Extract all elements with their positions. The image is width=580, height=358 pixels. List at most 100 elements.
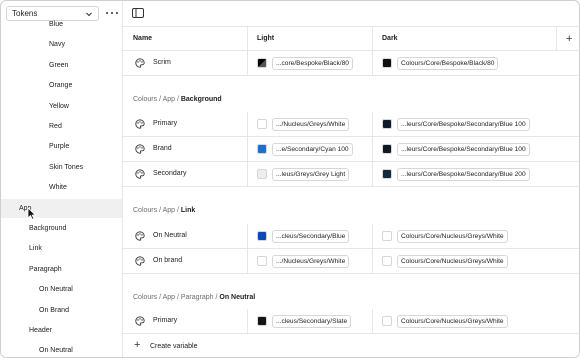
alias-chip[interactable]: ...leus/Greys/Grey Light <box>272 167 350 181</box>
palette-icon <box>135 144 145 154</box>
color-swatch[interactable] <box>257 119 267 129</box>
sidebar-group-item[interactable]: White <box>1 178 122 197</box>
sidebar-group-label: Blue <box>49 21 64 28</box>
sidebar-group-item[interactable]: On Neutral <box>1 341 122 357</box>
column-divider <box>372 224 373 249</box>
color-swatch[interactable] <box>257 144 267 154</box>
variable-row[interactable]: Secondary ...leus/Greys/Grey Light ...leur… <box>123 162 579 187</box>
sidebar-group-item[interactable]: Skin Tones <box>1 158 122 177</box>
color-swatch[interactable] <box>257 169 267 179</box>
variable-name[interactable]: Secondary <box>153 170 186 177</box>
alias-chip[interactable]: .../Nucleus/Greys/White <box>272 254 350 268</box>
group-section-title: Colours / App / Background <box>133 96 222 103</box>
dark-value-cell[interactable]: Colours/Core/Nucleus/Greys/White <box>382 229 508 243</box>
dark-value-cell[interactable]: ...leurs/Core/Bespoke/Secondary/Blue 100 <box>382 117 530 131</box>
panel-toggle-icon[interactable] <box>132 8 144 18</box>
variable-name[interactable]: Primary <box>153 317 177 324</box>
palette-icon <box>135 169 145 179</box>
sidebar-group-item[interactable]: On Neutral <box>1 280 122 299</box>
alias-chip[interactable]: ...leurs/Core/Bespoke/Secondary/Blue 200 <box>397 167 530 181</box>
sidebar-group-label: On Neutral <box>39 347 73 355</box>
add-mode-plus-icon[interactable]: + <box>566 34 572 45</box>
variable-name[interactable]: On brand <box>153 257 182 264</box>
sidebar-group-item[interactable]: Link <box>1 239 122 258</box>
color-swatch[interactable] <box>382 119 392 129</box>
variable-row[interactable]: Primary ...cleus/Secondary/Slate Colours/C… <box>123 309 579 334</box>
sidebar-group-item[interactable]: Orange <box>1 76 122 95</box>
color-swatch[interactable] <box>257 256 267 266</box>
variable-row[interactable]: Primary .../Nucleus/Greys/White ...leurs/C… <box>123 112 579 137</box>
alias-chip[interactable]: .../Nucleus/Greys/White <box>272 117 350 131</box>
column-divider <box>247 224 248 249</box>
group-path: Colours / App / Paragraph / <box>133 294 220 301</box>
color-swatch[interactable] <box>382 256 392 266</box>
sidebar-group-label: Background <box>29 225 67 232</box>
alias-chip[interactable]: ...leurs/Core/Bespoke/Secondary/Blue 100 <box>397 117 530 131</box>
sidebar-group-item[interactable]: Blue <box>1 15 122 34</box>
sidebar-group-item[interactable]: App <box>1 198 122 218</box>
sidebar-group-item[interactable]: Green <box>1 56 122 75</box>
variable-row[interactable]: Brand ...e/Secondary/Cyan 100 ...leurs/Cor… <box>123 137 579 162</box>
light-value-cell[interactable]: ...cleus/Secondary/Blue <box>257 229 350 243</box>
column-divider <box>247 112 248 137</box>
alias-chip[interactable]: ...cleus/Secondary/Blue <box>272 229 350 243</box>
variable-row[interactable]: Scrim ...core/Bespoke/Black/80 Colours/Cor… <box>123 51 579 76</box>
color-swatch[interactable] <box>257 58 267 68</box>
light-value-cell[interactable]: ...core/Bespoke/Black/80 <box>257 56 353 70</box>
color-swatch[interactable] <box>382 316 392 326</box>
dark-value-cell[interactable]: Colours/Core/Nucleus/Greys/White <box>382 314 508 328</box>
color-swatch[interactable] <box>257 231 267 241</box>
column-divider <box>247 309 248 334</box>
alias-chip[interactable]: Colours/Core/Nucleus/Greys/White <box>397 314 508 328</box>
dark-value-cell[interactable]: Colours/Core/Bespoke/Black/80 <box>382 56 499 70</box>
create-variable-label: Create variable <box>150 343 198 350</box>
dark-value-cell[interactable]: Colours/Core/Nucleus/Greys/White <box>382 254 508 268</box>
variable-name[interactable]: On Neutral <box>153 232 187 239</box>
light-value-cell[interactable]: ...e/Secondary/Cyan 100 <box>257 142 353 156</box>
create-variable-button[interactable]: + Create variable <box>123 334 579 357</box>
color-swatch[interactable] <box>382 58 392 68</box>
sidebar-group-item[interactable]: Navy <box>1 35 122 54</box>
sidebar-group-label: Yellow <box>49 102 69 110</box>
sidebar-group-label: On Neutral <box>39 286 73 294</box>
alias-chip[interactable]: Colours/Core/Bespoke/Black/80 <box>397 56 499 70</box>
sidebar-group-item[interactable]: On Brand <box>1 301 122 320</box>
variable-name[interactable]: Brand <box>153 145 172 152</box>
groups-sidebar: Tokens Blue Navy Green Orange Yellow Red Purpl… <box>1 1 123 357</box>
alias-chip[interactable]: ...leurs/Core/Bespoke/Secondary/Blue 100 <box>397 142 530 156</box>
light-value-cell[interactable]: .../Nucleus/Greys/White <box>257 117 350 131</box>
sidebar-group-label: Paragraph <box>29 265 62 273</box>
alias-chip[interactable]: Colours/Core/Nucleus/Greys/White <box>397 254 508 268</box>
alias-chip[interactable]: Colours/Core/Nucleus/Greys/White <box>397 229 508 243</box>
variable-row[interactable]: On Neutral ...cleus/Secondary/Blue Colours… <box>123 224 579 249</box>
group-leaf: On Neutral <box>219 294 256 301</box>
color-swatch[interactable] <box>382 169 392 179</box>
variable-name[interactable]: Primary <box>153 120 177 127</box>
column-divider <box>372 162 373 187</box>
sidebar-group-item[interactable]: Yellow <box>1 97 122 116</box>
variable-name[interactable]: Scrim <box>153 59 171 66</box>
sidebar-group-item[interactable]: Purple <box>1 137 122 156</box>
sidebar-group-item[interactable]: Header <box>1 321 122 340</box>
light-value-cell[interactable]: ...leus/Greys/Grey Light <box>257 167 350 181</box>
dark-value-cell[interactable]: ...leurs/Core/Bespoke/Secondary/Blue 200 <box>382 167 530 181</box>
color-swatch[interactable] <box>382 144 392 154</box>
alias-chip[interactable]: ...cleus/Secondary/Slate <box>272 314 352 328</box>
sidebar-group-item[interactable]: Background <box>1 219 122 238</box>
light-value-cell[interactable]: .../Nucleus/Greys/White <box>257 254 350 268</box>
group-leaf: Background <box>180 96 222 103</box>
palette-icon <box>135 316 145 326</box>
color-swatch[interactable] <box>257 316 267 326</box>
sidebar-group-item[interactable]: Paragraph <box>1 260 122 279</box>
alias-chip[interactable]: ...e/Secondary/Cyan 100 <box>272 142 353 156</box>
sidebar-group-item[interactable]: Red <box>1 117 122 136</box>
color-swatch[interactable] <box>382 231 392 241</box>
dark-value-cell[interactable]: ...leurs/Core/Bespoke/Secondary/Blue 100 <box>382 142 530 156</box>
variable-row[interactable]: On brand .../Nucleus/Greys/White Colours/C… <box>123 249 579 274</box>
sidebar-group-label: Header <box>29 327 52 334</box>
column-header-dark[interactable]: Dark <box>382 35 398 42</box>
column-header-light[interactable]: Light <box>257 35 274 42</box>
alias-chip[interactable]: ...core/Bespoke/Black/80 <box>272 56 353 70</box>
light-value-cell[interactable]: ...cleus/Secondary/Slate <box>257 314 352 328</box>
group-section-title: Colours / App / Link <box>133 207 195 214</box>
